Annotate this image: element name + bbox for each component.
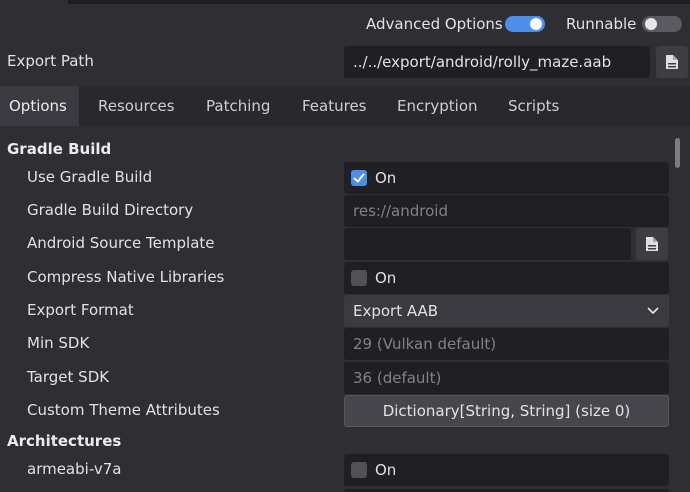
use-gradle-build-value: On: [375, 169, 397, 187]
target-sdk-placeholder: 36 (default): [353, 369, 442, 387]
compress-native-libraries-checkbox[interactable]: [351, 270, 367, 286]
tab-encryption[interactable]: Encryption: [389, 86, 486, 126]
chevron-down-icon: [647, 307, 659, 314]
export-format-selected: Export AAB: [353, 302, 439, 320]
advanced-options-label: Advanced Options: [366, 15, 503, 33]
custom-theme-attributes-label: Custom Theme Attributes: [27, 401, 220, 419]
android-source-template-browse-button[interactable]: [636, 228, 668, 260]
min-sdk-input[interactable]: 29 (Vulkan default): [344, 328, 669, 360]
armeabi-v7a-field: On: [344, 454, 669, 486]
runnable-label: Runnable: [566, 15, 637, 33]
gradle-build-directory-placeholder: res://android: [353, 202, 448, 220]
export-path-value: ../../export/android/rolly_maze.aab: [353, 53, 612, 71]
android-source-template-label: Android Source Template: [27, 234, 215, 252]
toggle-knob: [645, 18, 657, 30]
export-path-browse-button[interactable]: [656, 46, 688, 78]
use-gradle-build-checkbox[interactable]: [351, 170, 367, 186]
toggle-knob: [530, 18, 542, 30]
runnable-toggle[interactable]: [642, 16, 682, 32]
export-format-label: Export Format: [27, 301, 134, 319]
use-gradle-build-label: Use Gradle Build: [27, 168, 153, 186]
scrollbar-thumb[interactable]: [675, 138, 680, 168]
gradle-build-directory-input[interactable]: res://android: [344, 195, 669, 227]
android-source-template-input[interactable]: [344, 228, 631, 260]
section-title-gradle-build: Gradle Build: [7, 140, 112, 158]
advanced-options-toggle[interactable]: [505, 16, 545, 32]
top-strip: [68, 0, 690, 4]
export-path-input[interactable]: ../../export/android/rolly_maze.aab: [344, 46, 650, 78]
gradle-build-directory-label: Gradle Build Directory: [27, 201, 194, 219]
tab-options[interactable]: Options: [0, 86, 79, 126]
compress-native-libraries-value: On: [375, 269, 397, 287]
min-sdk-label: Min SDK: [27, 334, 90, 352]
custom-theme-attributes-button[interactable]: Dictionary[String, String] (size 0): [344, 395, 669, 427]
export-path-label: Export Path: [7, 52, 94, 70]
armeabi-v7a-value: On: [375, 461, 397, 479]
armeabi-v7a-label: armeabi-v7a: [27, 460, 122, 478]
min-sdk-placeholder: 29 (Vulkan default): [353, 335, 497, 353]
export-format-select[interactable]: Export AAB: [344, 295, 669, 327]
target-sdk-label: Target SDK: [27, 368, 110, 386]
target-sdk-input[interactable]: 36 (default): [344, 362, 669, 394]
file-icon: [666, 55, 678, 69]
tab-features[interactable]: Features: [294, 86, 375, 126]
file-icon: [646, 237, 658, 251]
checkmark-icon: [353, 173, 365, 183]
compress-native-libraries-label: Compress Native Libraries: [27, 268, 225, 286]
tab-scripts[interactable]: Scripts: [500, 86, 567, 126]
armeabi-v7a-checkbox[interactable]: [351, 462, 367, 478]
compress-native-libraries-field: On: [344, 262, 669, 294]
section-title-architectures: Architectures: [7, 432, 122, 450]
tab-patching[interactable]: Patching: [198, 86, 278, 126]
tab-resources[interactable]: Resources: [90, 86, 183, 126]
use-gradle-build-field: On: [344, 162, 669, 194]
